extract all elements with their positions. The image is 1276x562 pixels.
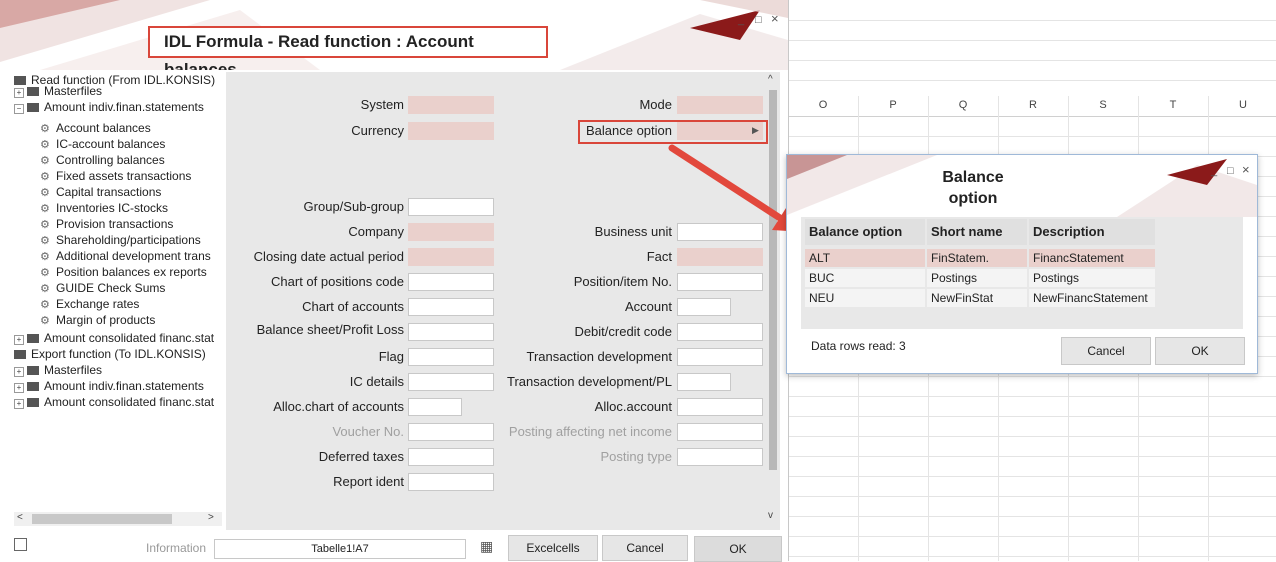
table-cell[interactable]: Postings: [927, 269, 1027, 287]
balance-option-popup: Balance option _ □ × Balance option Shor…: [786, 154, 1258, 374]
popup-table-area: Balance option Short name Description AL…: [801, 217, 1243, 329]
table-cell[interactable]: Postings: [1029, 269, 1155, 287]
maximize-icon[interactable]: □: [1227, 165, 1234, 177]
rows-read-status: Data rows read: 3: [811, 339, 906, 353]
close-icon[interactable]: ×: [1242, 162, 1250, 177]
table-cell[interactable]: ALT: [805, 249, 925, 267]
popup-banner-decoration: [787, 155, 1257, 217]
minimize-icon[interactable]: _: [1211, 165, 1217, 177]
table-header[interactable]: Short name: [927, 219, 1027, 245]
table-cell[interactable]: BUC: [805, 269, 925, 287]
popup-title: Balance option: [942, 169, 1004, 207]
table-header[interactable]: Description: [1029, 219, 1155, 245]
table-header[interactable]: Balance option: [805, 219, 925, 245]
table-cell[interactable]: NEU: [805, 289, 925, 307]
table-cell[interactable]: FinStatem.: [927, 249, 1027, 267]
table-cell[interactable]: FinancStatement: [1029, 249, 1155, 267]
table-cell[interactable]: NewFinStat: [927, 289, 1027, 307]
table-cell[interactable]: NewFinancStatement: [1029, 289, 1155, 307]
popup-cancel-button[interactable]: Cancel: [1061, 337, 1151, 365]
popup-ok-button[interactable]: OK: [1155, 337, 1245, 365]
